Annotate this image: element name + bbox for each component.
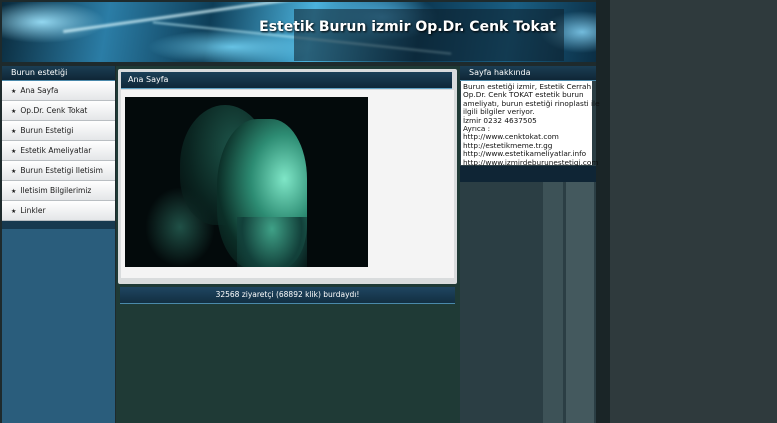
banner-title-backdrop (294, 9, 564, 61)
nav-item-label: Ana Sayfa (20, 86, 59, 95)
nav-item-estetik-ameliyatlar[interactable]: ★ Estetik Ameliyatlar (2, 141, 115, 161)
star-bullet-icon: ★ (11, 188, 17, 195)
star-bullet-icon: ★ (11, 108, 17, 115)
visitor-counter: 32568 ziyaretçi (68892 klik) burdaydı! (120, 287, 455, 304)
nav-item-label: Burun Estetigi Iletisim (20, 166, 103, 175)
nav-item-label: Burun Estetigi (20, 126, 74, 135)
left-sidebar: Burun estetiği ★ Ana Sayfa ★ Op.Dr. Cenk T… (2, 66, 115, 423)
star-bullet-icon: ★ (11, 88, 17, 95)
profile-photo (125, 97, 368, 267)
right-edge-strip (596, 0, 610, 423)
star-bullet-icon: ★ (11, 168, 17, 175)
decor-stripe (543, 182, 563, 423)
left-sidebar-title: Burun estetiği (2, 66, 115, 81)
photo-neck (237, 217, 307, 267)
star-bullet-icon: ★ (11, 208, 17, 215)
nav-item-burun-estetigi[interactable]: ★ Burun Estetigi (2, 121, 115, 141)
left-sidebar-footer (2, 221, 115, 229)
main-content-body (121, 90, 454, 278)
nav-item-burun-estetigi-iletisim[interactable]: ★ Burun Estetigi Iletisim (2, 161, 115, 181)
nav-item-iletisim-bilgilerimiz[interactable]: ★ Iletisim Bilgilerimiz (2, 181, 115, 201)
star-bullet-icon: ★ (11, 128, 17, 135)
nav-item-cenk-tokat[interactable]: ★ Op.Dr. Cenk Tokat (2, 101, 115, 121)
nav-item-label: Op.Dr. Cenk Tokat (20, 106, 88, 115)
nav-item-label: Estetik Ameliyatlar (20, 146, 92, 155)
nav-item-label: Linkler (20, 206, 46, 215)
right-sidebar-title: Sayfa hakkında (460, 66, 596, 81)
nav-menu: ★ Ana Sayfa ★ Op.Dr. Cenk Tokat ★ Burun Est… (2, 81, 115, 221)
main-content-title: Ana Sayfa (121, 72, 452, 89)
nav-item-ana-sayfa[interactable]: ★ Ana Sayfa (2, 81, 115, 101)
main-content-box: Ana Sayfa (118, 69, 457, 284)
decor-stripe (566, 182, 594, 423)
nav-item-linkler[interactable]: ★ Linkler (2, 201, 115, 221)
right-sidebar-footer (460, 166, 596, 182)
star-bullet-icon: ★ (11, 148, 17, 155)
right-sidebar: Sayfa hakkında Burun estetiği izmir, Est… (460, 66, 600, 423)
site-title: Estetik Burun izmir Op.Dr. Cenk Tokat (259, 19, 556, 35)
nav-item-label: Iletisim Bilgilerimiz (20, 186, 92, 195)
about-page-box: Burun estetiği izmir, Estetik Cerrah Op.… (461, 81, 600, 167)
header-banner: Estetik Burun izmir Op.Dr. Cenk Tokat (2, 2, 596, 62)
